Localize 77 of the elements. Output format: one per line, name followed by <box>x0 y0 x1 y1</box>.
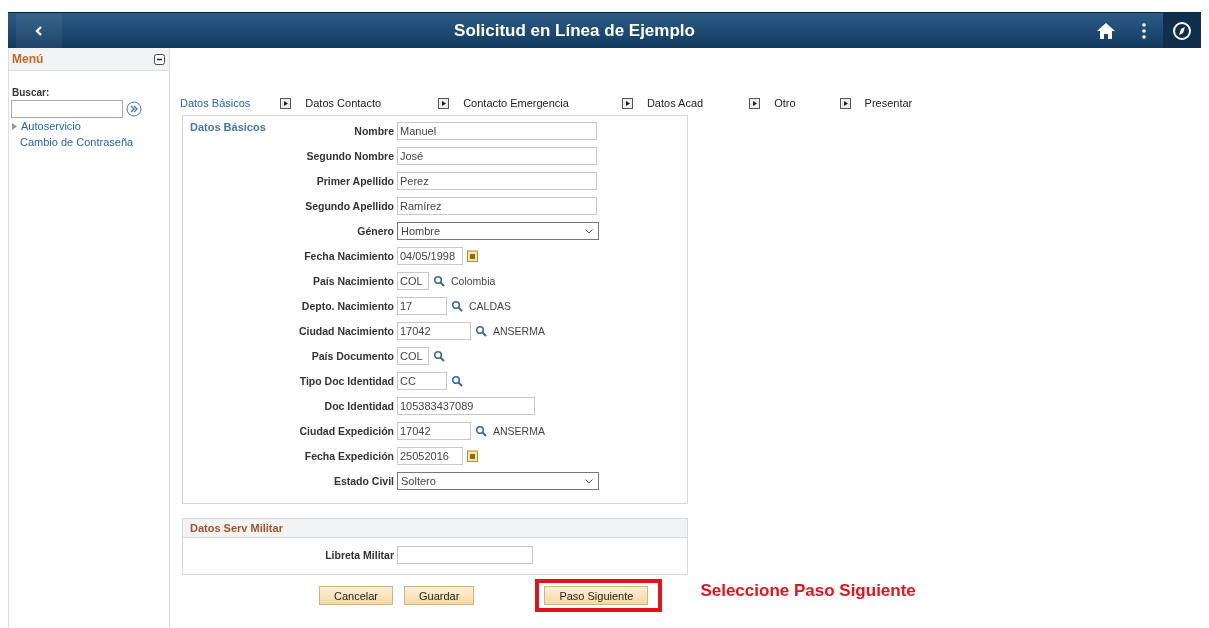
lookup-description: Colombia <box>451 275 496 287</box>
search-icon[interactable] <box>451 375 463 387</box>
step-link[interactable]: Datos Acad <box>646 97 704 109</box>
sidebar-title: Menú <box>12 52 44 66</box>
lookup-field[interactable]: 17042 <box>397 322 471 340</box>
text-field[interactable] <box>397 546 533 564</box>
caret-right-icon[interactable] <box>12 122 17 130</box>
action-button[interactable]: Guardar <box>404 586 475 605</box>
window-title: Solicitud en Línea de Ejemplo <box>453 20 696 41</box>
field-label: Primer Apellido <box>315 175 395 187</box>
date-field[interactable]: 25052016 <box>397 447 463 465</box>
step-link[interactable]: Contacto Emergencia <box>463 97 569 109</box>
field-label: Nombre <box>353 125 395 137</box>
field-label: Segundo Nombre <box>305 150 395 162</box>
field-label: País Documento <box>310 350 395 362</box>
lookup-field[interactable]: CC <box>397 372 447 390</box>
action-button[interactable]: Cancelar <box>319 586 394 605</box>
text-field[interactable]: Ramírez <box>397 197 597 215</box>
lookup-field[interactable]: COL <box>397 347 429 365</box>
calendar-icon[interactable] <box>467 450 478 462</box>
navigator-button[interactable] <box>1163 13 1201 48</box>
play-icon[interactable] <box>839 97 851 109</box>
field-label: Libreta Militar <box>324 549 395 561</box>
search-icon[interactable] <box>451 300 463 312</box>
field-label: Tipo Doc Identidad <box>298 375 395 387</box>
search-icon[interactable] <box>475 325 487 337</box>
lookup-field[interactable]: 17042 <box>397 422 471 440</box>
lookup-description: ANSERMA <box>493 325 545 337</box>
chevron-left-icon <box>35 25 43 36</box>
calendar-icon[interactable] <box>467 250 478 262</box>
text-field[interactable]: 105383437089 <box>397 397 535 415</box>
step-link[interactable]: Datos Básicos <box>180 97 251 109</box>
annotation-text: Seleccione Paso Siguiente <box>700 580 916 601</box>
search-icon[interactable] <box>433 275 445 287</box>
lookup-description: ANSERMA <box>493 425 545 437</box>
vertical-dots-icon <box>1142 22 1146 39</box>
field-label: Fecha Nacimiento <box>303 250 395 262</box>
lookup-description: CALDAS <box>469 300 511 312</box>
dropdown-field[interactable]: Hombre <box>397 222 599 240</box>
search-icon[interactable] <box>433 350 445 362</box>
field-label: Depto. Nacimiento <box>300 300 395 312</box>
section-title: Datos Serv Militar <box>190 522 283 534</box>
section-title: Datos Básicos <box>190 121 267 135</box>
search-field[interactable] <box>11 100 123 118</box>
go-icon[interactable] <box>126 101 142 117</box>
play-icon[interactable] <box>438 97 450 109</box>
chevron-down-icon <box>585 228 593 234</box>
home-icon <box>1096 21 1116 40</box>
field-label: Ciudad Nacimiento <box>297 325 395 337</box>
search-label: Buscar: <box>12 87 51 98</box>
field-label: Ciudad Expedición <box>298 425 395 437</box>
step-link[interactable]: Otro <box>774 97 796 109</box>
step-link[interactable]: Datos Contacto <box>305 97 382 109</box>
text-field[interactable]: Manuel <box>397 122 597 140</box>
play-icon[interactable] <box>280 97 292 109</box>
menu-item[interactable]: Autoservicio <box>12 120 169 132</box>
step-link[interactable]: Presentar <box>864 97 913 109</box>
lookup-field[interactable]: COL <box>397 272 429 290</box>
collapse-icon[interactable] <box>154 53 165 65</box>
dropdown-field[interactable]: Soltero <box>397 472 599 490</box>
field-label: Género <box>356 225 395 237</box>
text-field[interactable]: Perez <box>397 172 597 190</box>
chevron-down-icon <box>585 478 593 484</box>
menu-item[interactable]: Cambio de Contraseña <box>20 136 169 148</box>
text-field[interactable]: José <box>397 147 597 165</box>
field-label: País Nacimiento <box>311 275 395 287</box>
field-label: Estado Civil <box>332 475 395 487</box>
search-icon[interactable] <box>475 425 487 437</box>
date-field[interactable]: 04/05/1998 <box>397 247 463 265</box>
field-label: Fecha Expedición <box>303 450 395 462</box>
play-icon[interactable] <box>749 97 761 109</box>
action-button[interactable]: Paso Siguiente <box>544 586 649 605</box>
compass-icon <box>1172 20 1192 41</box>
lookup-field[interactable]: 17 <box>397 297 447 315</box>
field-label: Doc Identidad <box>323 400 395 412</box>
play-icon[interactable] <box>621 97 633 109</box>
field-label: Segundo Apellido <box>304 200 395 212</box>
